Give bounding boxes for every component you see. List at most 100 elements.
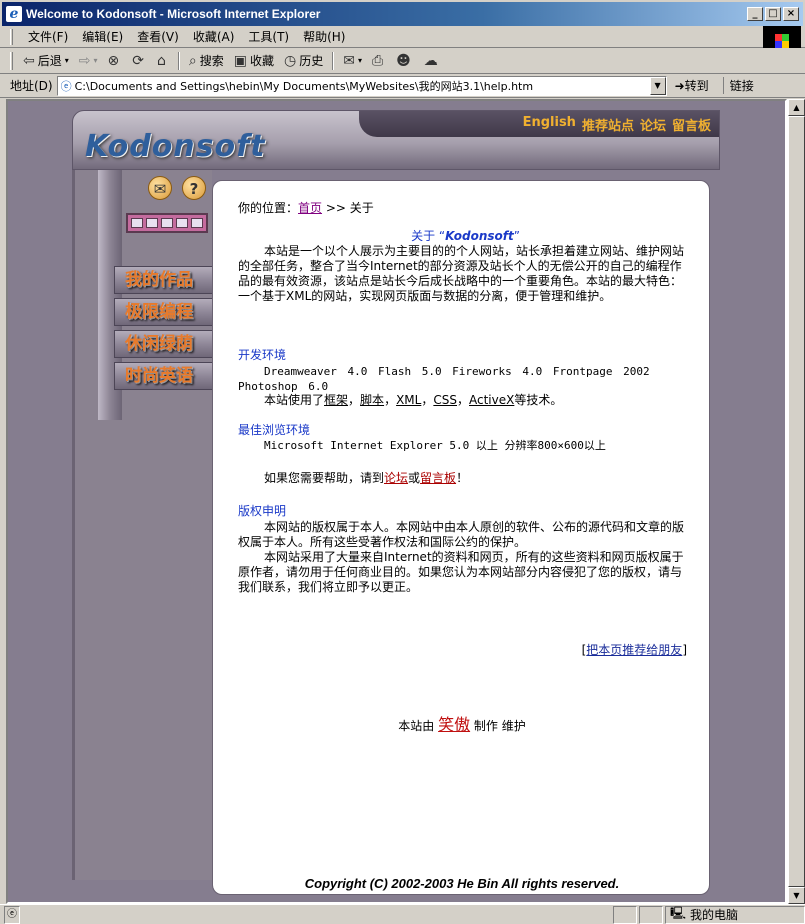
copyright-footer: Copyright (C) 2002-2003 He Bin All right… — [304, 876, 620, 891]
menu-bar: 文件(F) 编辑(E) 查看(V) 收藏(A) 工具(T) 帮助(H) — [0, 26, 805, 48]
breadcrumb-home-link[interactable]: 首页 — [298, 201, 322, 215]
breadcrumb-prefix: 你的位置： — [238, 201, 299, 215]
tech-suffix: 等技术。 — [514, 393, 563, 407]
address-label: 地址(D) — [10, 79, 53, 93]
help-forum-link[interactable]: 论坛 — [384, 471, 408, 485]
tech-activex-link[interactable]: ActiveX — [469, 393, 514, 407]
copyright-para-2: 本网站采用了大量来自Internet的资料和网页，所有的这些资料和网页版权属于原… — [238, 550, 684, 594]
maximize-button[interactable]: □ — [765, 7, 781, 21]
windows-logo-icon — [763, 26, 801, 48]
nav-forum[interactable]: 论坛 — [640, 115, 666, 134]
nav-english[interactable]: English — [523, 115, 576, 134]
status-text — [22, 906, 611, 924]
recommend-link[interactable]: 把本页推荐给朋友 — [586, 643, 682, 657]
nav-recommended-sites[interactable]: 推荐站点 — [582, 115, 634, 134]
stop-icon: ⊗ — [107, 52, 120, 69]
status-pane-1 — [613, 905, 637, 924]
go-button[interactable]: ➜转到 — [675, 77, 709, 94]
mail-button[interactable]: ✉ ▾ — [339, 50, 366, 72]
address-dropdown-icon[interactable]: ▼ — [649, 76, 666, 95]
dev-tools: Dreamweaver 4.0 Flash 5.0 Fireworks 4.0 … — [238, 365, 650, 393]
tech-xml-link[interactable]: XML — [396, 393, 421, 407]
help-suffix: ！ — [456, 471, 469, 485]
favorites-button[interactable]: ▣ 收藏 — [230, 50, 278, 72]
recommend-link-wrap: [把本页推荐给朋友] — [581, 643, 687, 657]
page-viewport: Kodonsoft English 推荐站点 论坛 留言板 ✉ ? 我的作品 极… — [6, 99, 787, 904]
status-zone: 🖳 我的电脑 — [665, 905, 805, 924]
menu-file[interactable]: 文件(F) — [21, 28, 75, 45]
scroll-down-icon[interactable]: ▼ — [788, 887, 805, 904]
back-dropdown-icon: ▾ — [64, 56, 69, 65]
home-button[interactable]: ⌂ — [153, 50, 173, 72]
links-button[interactable]: 链接 — [722, 77, 754, 94]
site-header: Kodonsoft English 推荐站点 论坛 留言板 — [72, 110, 720, 170]
scroll-up-icon[interactable]: ▲ — [788, 99, 805, 116]
menu-tools[interactable]: 工具(T) — [241, 28, 296, 45]
toolbar-separator — [177, 51, 180, 70]
help-prefix: 如果您需要帮助，请到 — [264, 471, 385, 485]
back-label: 后退 — [37, 54, 62, 68]
address-value: C:\Documents and Settings\hebin\My Docum… — [74, 79, 534, 93]
refresh-button[interactable]: ⟳ — [128, 50, 151, 72]
favorites-label: 收藏 — [249, 54, 274, 68]
computer-icon: 🖳 — [670, 906, 687, 920]
go-arrow-icon: ➜ — [674, 79, 685, 93]
toolbar-grip — [10, 51, 13, 70]
maker-suffix: 制作 维护 — [473, 719, 526, 733]
nav-guestbook[interactable]: 留言板 — [672, 115, 711, 134]
stop-button[interactable]: ⊗ — [104, 50, 127, 72]
forward-button[interactable]: ⇨ ▾ — [75, 50, 102, 72]
dev-heading: 开发环境 — [238, 348, 287, 362]
left-column: ✉ ? 我的作品 极限编程 休闲绿荫 时尚英语 — [86, 170, 232, 430]
history-clock-icon: ◷ — [283, 52, 297, 69]
minimize-button[interactable]: _ — [747, 7, 763, 21]
envelope-icon[interactable]: ✉ — [148, 176, 172, 200]
pixel-strip — [126, 213, 208, 233]
menu-favorites[interactable]: 收藏(A) — [186, 28, 242, 45]
about-title-prefix: 关于 “ — [411, 229, 446, 243]
ie-icon: e — [6, 6, 22, 22]
discuss-button[interactable]: ☁ — [420, 50, 445, 72]
menu-view[interactable]: 查看(V) — [130, 28, 186, 45]
print-button[interactable]: ⎙ — [368, 50, 390, 72]
messenger-button[interactable]: ☻ — [392, 50, 418, 72]
tech-script-link[interactable]: 脚本 — [360, 393, 384, 407]
help-or: 或 — [408, 471, 421, 485]
about-title-suffix: ” — [513, 229, 520, 243]
print-icon: ⎙ — [371, 52, 384, 69]
close-button[interactable]: × — [783, 7, 799, 21]
status-zone-label: 我的电脑 — [690, 908, 739, 922]
maker-name-link[interactable]: 笑傲 — [438, 715, 470, 734]
home-icon: ⌂ — [156, 52, 166, 69]
tech-css-link[interactable]: CSS — [433, 393, 457, 407]
standard-toolbar: ⇦ 后退 ▾ ⇨ ▾ ⊗ ⟳ ⌂ ⌕ 搜索 ▣ 收藏 ◷ 历史 ✉ ▾ ⎙ ☻ ☁ — [0, 48, 805, 74]
status-pane-2 — [639, 905, 663, 924]
search-button[interactable]: ⌕ 搜索 — [185, 50, 228, 72]
status-bar: ⓔ 🖳 我的电脑 — [0, 904, 805, 924]
status-page-icon: ⓔ — [4, 905, 20, 924]
menu-grip — [10, 28, 13, 45]
question-icon[interactable]: ? — [182, 176, 206, 200]
page-icon: ⓔ — [60, 79, 72, 93]
vertical-scrollbar[interactable]: ▲ ▼ — [787, 99, 805, 904]
tech-frames-link[interactable]: 框架 — [324, 393, 348, 407]
browse-text: Microsoft Internet Explorer 5.0 以上 分辨率80… — [264, 439, 606, 452]
search-icon: ⌕ — [188, 52, 197, 69]
menu-edit[interactable]: 编辑(E) — [75, 28, 130, 45]
history-label: 历史 — [299, 54, 324, 68]
copyright-heading: 版权申明 — [238, 504, 287, 518]
address-bar: 地址(D) ⓔ C:\Documents and Settings\hebin\… — [0, 74, 805, 98]
history-button[interactable]: ◷ 历史 — [280, 50, 327, 72]
help-guestbook-link[interactable]: 留言板 — [420, 471, 456, 485]
browse-heading: 最佳浏览环境 — [238, 423, 311, 437]
maker-line: 本站由 笑傲 制作 维护 — [213, 711, 711, 735]
menu-help[interactable]: 帮助(H) — [296, 28, 352, 45]
address-input[interactable]: ⓔ C:\Documents and Settings\hebin\My Doc… — [56, 75, 667, 96]
back-button[interactable]: ⇦ 后退 ▾ — [19, 50, 73, 72]
refresh-icon: ⟳ — [132, 52, 144, 69]
go-label: 转到 — [684, 79, 709, 93]
scroll-thumb[interactable] — [788, 116, 805, 887]
mail-dropdown-icon: ▾ — [357, 56, 362, 65]
title-bar: e Welcome to Kodonsoft - Microsoft Inter… — [0, 0, 805, 26]
maker-prefix: 本站由 — [398, 719, 435, 733]
